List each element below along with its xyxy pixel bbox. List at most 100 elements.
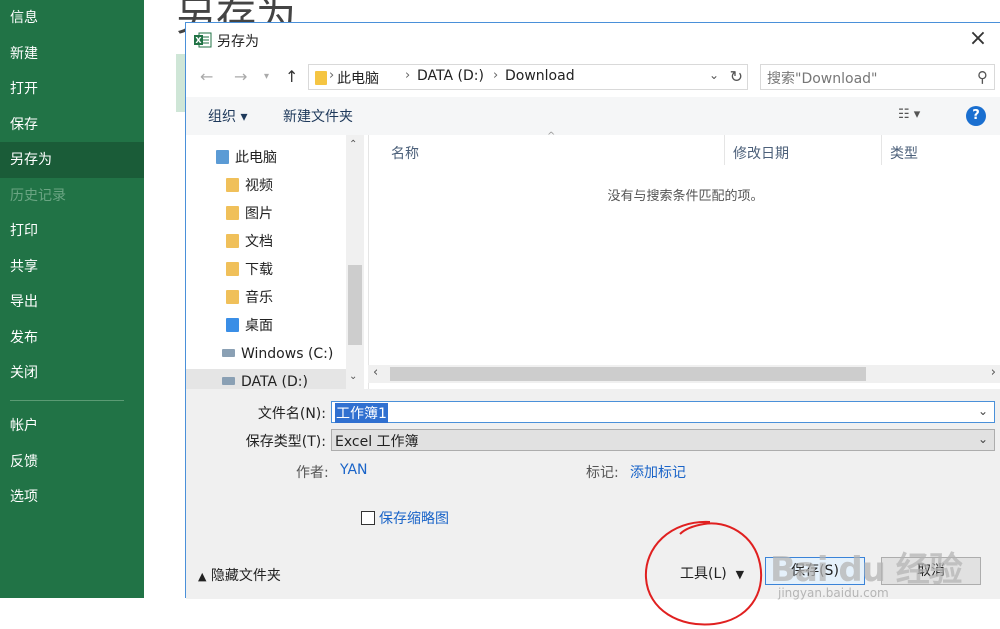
save-button[interactable]: 保存(S) <box>765 557 865 585</box>
tree-item-music[interactable]: 音乐 <box>226 285 273 311</box>
save-thumbnail-label[interactable]: 保存缩略图 <box>379 508 449 528</box>
filename-label: 文件名(N): <box>257 406 326 422</box>
view-options-icon[interactable]: ☷ ▾ <box>898 107 938 122</box>
column-separator[interactable] <box>724 135 725 165</box>
tree-item-downloads[interactable]: 下载 <box>226 257 273 283</box>
tree-item-this-pc[interactable]: 此电脑 <box>216 145 277 171</box>
tags-label: 标记: <box>586 465 619 481</box>
command-bar: 组织 ▾ 新建文件夹 ☷ ▾ ? <box>186 97 1000 135</box>
sort-caret-icon: ^ <box>547 131 556 142</box>
tree-item-videos[interactable]: 视频 <box>226 173 273 199</box>
add-tags-link[interactable]: 添加标记 <box>630 462 686 482</box>
empty-message: 没有与搜索条件匹配的项。 <box>607 189 764 204</box>
nav-item-feedback[interactable]: 反馈 <box>0 444 144 480</box>
tree-item-label: 下载 <box>245 262 273 278</box>
new-folder-button[interactable]: 新建文件夹 <box>283 106 353 126</box>
svg-text:X: X <box>195 36 202 45</box>
address-toolbar: ← → ▾ ↑ › 此电脑 › DATA (D:) › Download ⌄ ↻… <box>186 57 1000 97</box>
chevron-down-icon[interactable]: ⌄ <box>709 68 719 82</box>
scrollbar-thumb[interactable] <box>390 367 866 381</box>
scrollbar-thumb[interactable] <box>348 265 362 345</box>
chevron-down-icon[interactable]: ⌄ <box>978 404 988 418</box>
tree-item-label: 视频 <box>245 178 273 194</box>
nav-item-new[interactable]: 新建 <box>0 36 144 72</box>
filetype-label: 保存类型(T): <box>245 434 326 450</box>
file-list[interactable]: ^ 名称 修改日期 类型 没有与搜索条件匹配的项。 <box>368 131 1000 389</box>
pictures-folder-icon <box>226 206 239 220</box>
nav-item-history: 历史记录 <box>10 188 66 204</box>
nav-item-info[interactable]: 信息 <box>0 0 144 36</box>
up-arrow-icon[interactable]: ↑ <box>285 67 298 86</box>
nav-item-open[interactable]: 打开 <box>0 71 144 107</box>
tools-button[interactable]: 工具(L) ▼ <box>680 563 744 583</box>
tree-item-label: DATA (D:) <box>241 374 308 389</box>
cancel-button[interactable]: 取消 <box>881 557 981 585</box>
nav-pane-scrollbar[interactable]: ⌃ ⌄ <box>346 135 364 389</box>
excel-icon: X <box>194 32 212 48</box>
tree-item-desktop[interactable]: 桌面 <box>226 313 273 339</box>
tree-item-data-d[interactable]: DATA (D:) <box>186 369 348 389</box>
tree-item-label: 此电脑 <box>235 150 277 166</box>
chevron-down-icon[interactable]: ⌄ <box>978 432 988 446</box>
breadcrumb-download[interactable]: Download <box>505 68 575 84</box>
filetype-select[interactable]: Excel 工作簿 ⌄ <box>331 429 995 451</box>
close-icon[interactable]: × <box>967 28 989 51</box>
crumb-separator-icon[interactable]: › <box>405 68 410 83</box>
dialog-titlebar[interactable]: X 另存为 × <box>186 23 1000 57</box>
column-separator[interactable] <box>881 135 882 165</box>
tree-item-label: 桌面 <box>245 318 273 334</box>
tree-item-label: Windows (C:) <box>241 346 334 362</box>
music-folder-icon <box>226 290 239 304</box>
breadcrumb-data-drive[interactable]: DATA (D:) <box>417 68 484 84</box>
save-as-dialog: X 另存为 × ← → ▾ ↑ › 此电脑 › DATA (D:) › Down… <box>185 22 1000 599</box>
save-form: 文件名(N): 工作簿1 ⌄ 保存类型(T): Excel 工作簿 ⌄ 作者: … <box>186 389 1000 599</box>
search-input[interactable]: 搜索"Download" ⚲ <box>760 64 995 90</box>
refresh-icon[interactable]: ↻ <box>730 67 743 86</box>
organize-button[interactable]: 组织 ▾ <box>208 106 247 126</box>
filename-value: 工作簿1 <box>335 403 388 423</box>
crumb-separator-icon[interactable]: › <box>493 68 498 83</box>
save-thumbnail-checkbox[interactable] <box>361 511 375 525</box>
caret-down-icon: ▼ <box>735 568 745 581</box>
recent-dropdown-icon[interactable]: ▾ <box>264 71 269 82</box>
scroll-up-icon[interactable]: ⌃ <box>349 139 357 150</box>
tree-item-label: 文档 <box>245 234 273 250</box>
backstage-nav: 信息 新建 打开 保存 另存为 历史记录 打印 共享 导出 发布 关闭 帐户 反… <box>0 0 144 598</box>
crumb-separator-icon[interactable]: › <box>329 68 334 83</box>
back-arrow-icon[interactable]: ← <box>200 67 213 86</box>
tree-item-windows-c[interactable]: Windows (C:) <box>222 341 333 367</box>
filename-input[interactable]: 工作簿1 ⌄ <box>331 401 995 423</box>
scroll-left-icon[interactable]: ‹ <box>373 365 378 380</box>
downloads-folder-icon <box>226 262 239 276</box>
nav-item-save[interactable]: 保存 <box>0 107 144 143</box>
column-header-name[interactable]: 名称 <box>391 143 419 163</box>
drive-icon <box>222 349 235 357</box>
dialog-title: 另存为 <box>217 34 259 50</box>
nav-item-share[interactable]: 共享 <box>0 249 144 285</box>
scroll-down-icon[interactable]: ⌄ <box>349 371 357 382</box>
help-icon[interactable]: ? <box>966 106 986 126</box>
address-box[interactable]: › 此电脑 › DATA (D:) › Download ⌄ ↻ <box>308 64 748 90</box>
nav-item-export[interactable]: 导出 <box>0 284 144 320</box>
nav-item-save-as[interactable]: 另存为 <box>0 142 144 178</box>
tree-item-pictures[interactable]: 图片 <box>226 201 273 227</box>
tree-item-documents[interactable]: 文档 <box>226 229 273 255</box>
bottom-strip <box>0 598 1000 629</box>
hide-folders-button[interactable]: ▲ 隐藏文件夹 <box>198 565 281 585</box>
column-header-modified[interactable]: 修改日期 <box>733 143 789 163</box>
nav-item-close[interactable]: 关闭 <box>0 355 144 391</box>
nav-item-print[interactable]: 打印 <box>0 213 144 249</box>
search-icon[interactable]: ⚲ <box>977 68 988 86</box>
nav-item-options[interactable]: 选项 <box>0 479 144 515</box>
tree-item-label: 图片 <box>245 206 273 222</box>
author-value[interactable]: YAN <box>340 462 368 478</box>
nav-item-account[interactable]: 帐户 <box>0 408 144 444</box>
tree-item-label: 音乐 <box>245 290 273 306</box>
chevron-up-icon: ▲ <box>198 570 207 583</box>
forward-arrow-icon[interactable]: → <box>234 67 247 86</box>
column-header-type[interactable]: 类型 <box>890 143 918 163</box>
breadcrumb-this-pc[interactable]: 此电脑 <box>337 68 379 88</box>
file-list-h-scrollbar[interactable]: ‹ › <box>368 365 1000 383</box>
nav-item-publish[interactable]: 发布 <box>0 320 144 356</box>
scroll-right-icon[interactable]: › <box>991 365 996 380</box>
